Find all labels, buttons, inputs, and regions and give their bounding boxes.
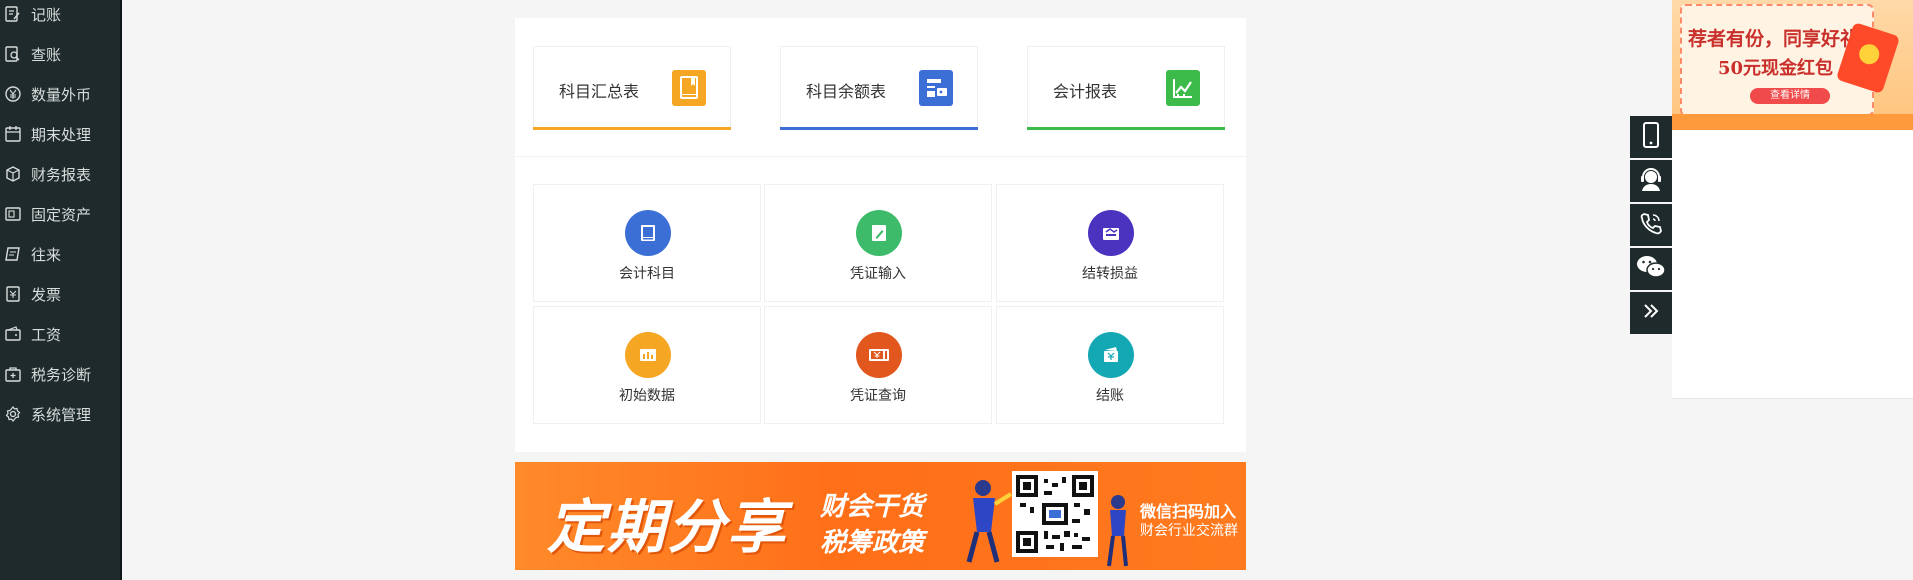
scan-subtitle: 财会行业交流群 — [1140, 523, 1238, 539]
sidebar-item-check-accounts[interactable]: 查账 — [0, 34, 120, 74]
box-icon — [4, 165, 22, 183]
pencil-doc-icon — [856, 210, 902, 256]
referral-ad[interactable]: 荐者有份，同享好礼 50元现金红包 查看详情 — [1672, 0, 1913, 130]
edit-icon — [4, 5, 22, 23]
tile-accounting-subjects[interactable]: 会计科目 — [533, 184, 761, 302]
sidebar-item-system-management[interactable]: 系统管理 — [0, 394, 120, 434]
sidebar-item-current-accounts[interactable]: 往来 — [0, 234, 120, 274]
book-icon — [625, 210, 671, 256]
tab-accounting-reports[interactable]: 会计报表 — [1027, 46, 1225, 130]
tile-label: 会计科目 — [619, 266, 675, 282]
customer-service-icon — [1638, 166, 1664, 196]
sidebar-item-label: 工资 — [31, 325, 62, 344]
tile-closing[interactable]: 结账 — [996, 306, 1224, 424]
phone-icon — [1639, 211, 1663, 239]
sidebar-item-payroll[interactable]: 工资 — [0, 314, 120, 354]
section-divider — [515, 156, 1246, 157]
sidebar-item-label: 记账 — [31, 5, 62, 24]
tab-account-summary[interactable]: 科目汇总表 — [533, 46, 731, 130]
asset-icon — [4, 205, 22, 223]
tile-voucher-entry[interactable]: 凭证输入 — [764, 184, 992, 302]
sidebar-item-period-end[interactable]: 期末处理 — [0, 114, 120, 154]
tab-underline — [1027, 127, 1225, 130]
sidebar-item-label: 固定资产 — [31, 205, 92, 224]
checkout-icon — [1088, 332, 1134, 378]
banner-figure-illustration — [1107, 495, 1128, 567]
sidebar-item-label: 系统管理 — [31, 405, 92, 424]
sidebar-item-bookkeeping[interactable]: 记账 — [0, 0, 120, 34]
transfer-icon — [1088, 210, 1134, 256]
sidebar-item-quantity-currency[interactable]: 数量外币 — [0, 74, 120, 114]
floating-toolbar — [1630, 116, 1672, 336]
tab-label: 科目余额表 — [806, 82, 887, 101]
calendar-icon — [4, 125, 22, 143]
banner-headline: 定期分享 — [547, 493, 788, 561]
ad-line-2: 50元现金红包 — [1718, 58, 1834, 79]
sidebar-item-label: 税务诊断 — [31, 365, 92, 384]
wechat-qr-code — [1012, 471, 1098, 557]
invoice-icon — [4, 285, 22, 303]
tab-label: 科目汇总表 — [559, 82, 640, 101]
collapse-icon — [1641, 301, 1661, 325]
wallet-icon — [919, 70, 953, 106]
sidebar-item-financial-reports[interactable]: 财务报表 — [0, 154, 120, 194]
promo-banner[interactable]: 定期分享 财会干货 税筹政策 微信扫码加入 财会行业交流群 — [515, 462, 1246, 570]
sidebar-item-tax-diagnosis[interactable]: 税务诊断 — [0, 354, 120, 394]
mobile-icon — [1641, 122, 1661, 152]
wechat-button[interactable] — [1630, 248, 1672, 290]
sidebar-item-fixed-assets[interactable]: 固定资产 — [0, 194, 120, 234]
medkit-icon — [4, 365, 22, 383]
banner-line-1: 财会干货 — [820, 492, 925, 522]
sidebar-item-label: 发票 — [31, 285, 62, 304]
sidebar-item-label: 期末处理 — [31, 125, 92, 144]
scan-title: 微信扫码加入 — [1140, 502, 1237, 521]
ad-cta-button[interactable]: 查看详情 — [1750, 88, 1830, 104]
sidebar-item-label: 财务报表 — [31, 165, 92, 184]
banner-line-2: 税筹政策 — [820, 528, 925, 558]
tab-underline — [780, 127, 978, 130]
tile-voucher-query[interactable]: 凭证查询 — [764, 306, 992, 424]
tile-label: 凭证输入 — [850, 266, 906, 282]
search-doc-icon — [4, 45, 22, 63]
tab-account-balance[interactable]: 科目余额表 — [780, 46, 978, 130]
tile-label: 初始数据 — [619, 388, 675, 404]
chart-icon — [1166, 70, 1200, 106]
tab-label: 会计报表 — [1053, 82, 1118, 101]
sidebar-item-label: 查账 — [31, 45, 62, 64]
tile-label: 结账 — [1096, 388, 1124, 404]
sidebar: 记账 查账 数量外币 期末处理 财务报表 固定资产 往来 发票 工资 税务诊断 … — [0, 0, 122, 580]
ledger-icon — [4, 245, 22, 263]
gear-icon — [4, 405, 22, 423]
banner-figures-illustration — [966, 480, 1013, 563]
collapse-button[interactable] — [1630, 292, 1672, 334]
customer-service-button[interactable] — [1630, 160, 1672, 202]
sidebar-item-label: 往来 — [31, 245, 62, 264]
tile-label: 结转损益 — [1082, 266, 1138, 282]
ad-footer-decoration — [1672, 114, 1913, 130]
voucher-icon — [856, 332, 902, 378]
ad-line-1: 荐者有份，同享好礼 — [1688, 28, 1860, 50]
tile-carry-forward-profit-loss[interactable]: 结转损益 — [996, 184, 1224, 302]
wechat-icon — [1636, 254, 1666, 284]
dashboard-card: 科目汇总表 科目余额表 会计报表 会计科目 凭证输入 结转损益 初始数据 凭证查… — [515, 18, 1246, 452]
tile-initial-data[interactable]: 初始数据 — [533, 306, 761, 424]
right-panel: 荐者有份，同享好礼 50元现金红包 查看详情 — [1672, 0, 1913, 399]
wallet-icon — [4, 325, 22, 343]
currency-icon — [4, 85, 22, 103]
book-icon — [672, 70, 706, 106]
bar-data-icon — [625, 332, 671, 378]
tile-label: 凭证查询 — [850, 388, 906, 404]
phone-button[interactable] — [1630, 204, 1672, 246]
sidebar-item-label: 数量外币 — [31, 85, 92, 104]
mobile-button[interactable] — [1630, 116, 1672, 158]
sidebar-item-invoices[interactable]: 发票 — [0, 274, 120, 314]
tab-underline — [533, 127, 731, 130]
